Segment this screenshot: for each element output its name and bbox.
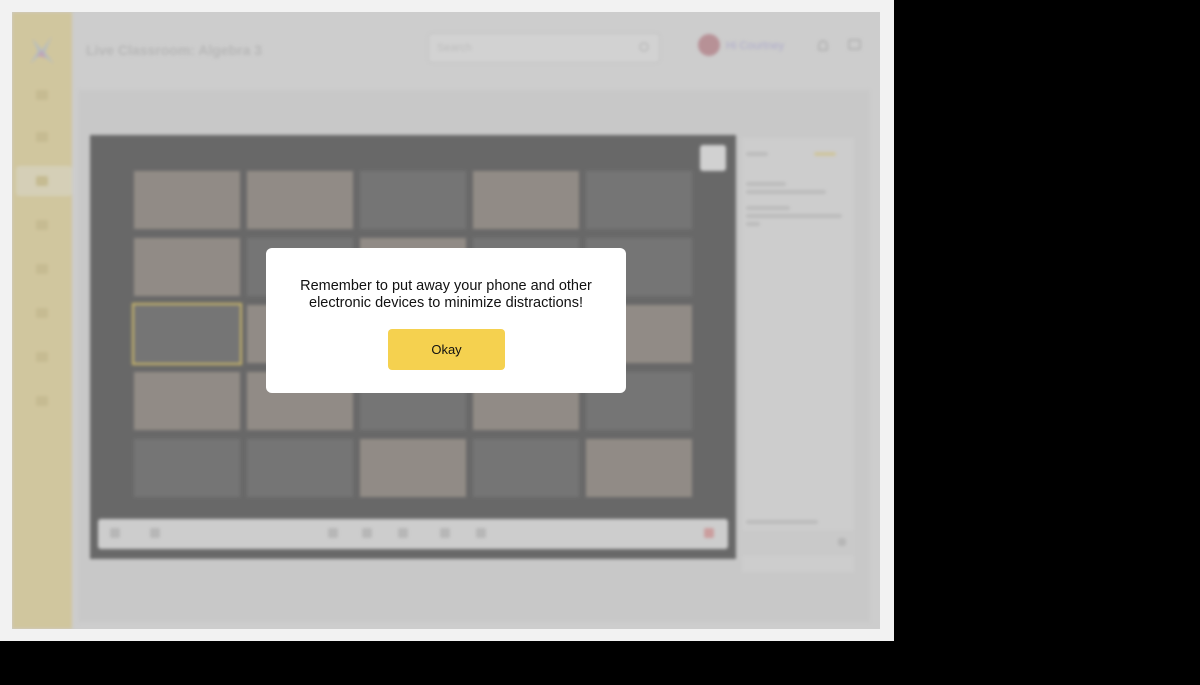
dialog-message: Remember to put away your phone and othe…	[300, 278, 592, 311]
distraction-reminder-dialog: Remember to put away your phone and othe…	[266, 248, 626, 393]
okay-button[interactable]: Okay	[388, 329, 505, 370]
screen: Live Classroom: Algebra 3 Search Hi Cour…	[0, 0, 894, 641]
app-window: Live Classroom: Algebra 3 Search Hi Cour…	[12, 12, 880, 629]
